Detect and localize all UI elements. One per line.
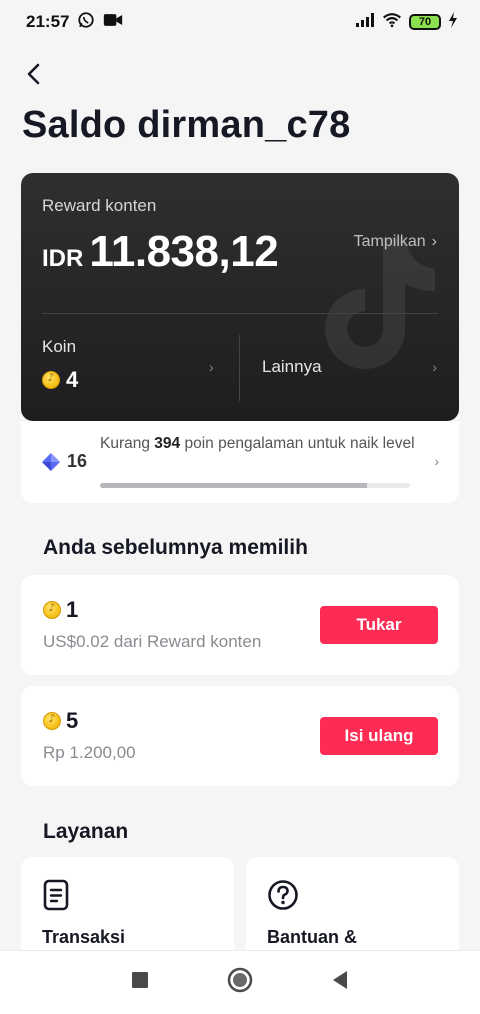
level-description: Kurang 394 poin pengalaman untuk naik le… [100,433,420,454]
services-title: Layanan [43,820,129,843]
exchange-button[interactable]: Tukar [320,606,438,644]
circle-icon [227,967,253,993]
level-text-suffix: poin pengalaman untuk naik level [184,435,415,452]
show-balance-label: Tampilkan [353,233,426,250]
reward-label: Reward konten [42,196,157,215]
level-progress-fill [100,483,367,488]
chevron-right-icon: › [434,453,439,469]
whatsapp-icon [77,11,95,34]
system-navigation-bar [0,950,480,1014]
battery-indicator: 70 [409,14,441,30]
others-label: Lainnya [262,357,322,376]
level-card[interactable]: 16 Kurang 394 poin pengalaman untuk naik… [21,421,459,503]
balance-currency: IDR [42,245,84,272]
choice-subtitle: Rp 1.200,00 [43,743,136,762]
balance-amount: IDR 11.838,12 [42,227,279,277]
triangle-back-icon [333,971,347,989]
chevron-left-icon [27,63,40,85]
chevron-right-icon: › [209,359,214,375]
level-progress-bar [100,483,410,488]
card-vertical-divider [239,335,240,401]
previous-choice-card: 1 US$0.02 dari Reward konten Tukar [21,575,459,675]
wifi-icon [382,12,402,33]
service-label: Bantuan & [267,927,357,947]
level-badge: 16 [41,451,87,472]
video-camera-icon [103,12,123,33]
coin-icon [43,712,61,730]
service-label: Transaksi [42,927,126,947]
chevron-right-icon: › [431,233,437,250]
coin-icon [42,371,60,389]
status-bar: 21:57 70 [0,0,480,44]
charging-icon [448,11,458,33]
diamond-level-icon [42,452,60,471]
choice-coins-count: 1 [66,597,79,622]
coins-value: 4 [42,367,78,393]
chevron-right-icon: › [432,359,437,375]
coin-icon [43,601,61,619]
recharge-button[interactable]: Isi ulang [320,717,438,755]
coins-label: Koin [42,337,77,356]
card-divider [42,313,438,314]
show-balance-link[interactable]: Tampilkan › [354,233,437,251]
previous-choices-title: Anda sebelumnya memilih [43,536,308,559]
level-points: 394 [154,435,181,452]
document-icon [42,879,70,916]
tiktok-logo-watermark [325,237,435,369]
help-icon [267,879,299,916]
home-button[interactable] [227,967,253,998]
status-time: 21:57 [26,12,70,31]
back-button[interactable] [18,58,48,90]
choice-coins-count: 5 [66,708,79,733]
choice-subtitle: US$0.02 dari Reward konten [43,632,262,651]
balance-value: 11.838,12 [89,227,279,276]
recent-apps-button[interactable] [131,971,149,994]
signal-icon [355,12,375,32]
page-title: Saldo dirman_c78 [22,104,351,146]
back-nav-button[interactable] [331,970,349,995]
level-text-prefix: Kurang [100,435,150,452]
coins-count: 4 [66,367,79,392]
previous-choice-card: 5 Rp 1.200,00 Isi ulang [21,686,459,786]
balance-card: Reward konten IDR 11.838,12 Tampilkan › … [21,173,459,421]
level-number: 16 [67,451,88,471]
square-icon [132,972,148,988]
choice-coins: 5 [43,708,78,734]
choice-coins: 1 [43,597,78,623]
